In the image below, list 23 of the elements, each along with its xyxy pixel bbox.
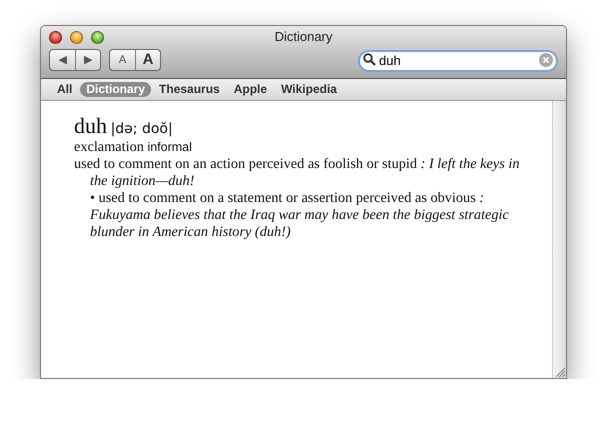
search-field[interactable]: duh <box>358 50 558 72</box>
register-label: informal <box>147 140 192 154</box>
source-tab[interactable]: All <box>51 82 78 97</box>
part-of-speech: exclamation <box>74 139 144 155</box>
source-tab[interactable]: Apple <box>228 82 274 97</box>
source-tab[interactable]: Thesaurus <box>153 82 226 97</box>
smaller-font-button[interactable]: A <box>110 50 135 70</box>
window-title: Dictionary <box>274 29 334 45</box>
definition-text: used to comment on an action perceived as foolish or stupid : I left the keys in the ignition—duh! <box>74 156 520 190</box>
definition-text: • used to comment on a statement or assertion perceived as obvious : Fukuyama believes that the Iraq war may have been the biggest strategic blunder in American history (duh!) <box>89 190 510 241</box>
resize-grip-icon[interactable] <box>553 365 566 378</box>
scrollbar[interactable] <box>552 101 566 378</box>
zoom-button[interactable] <box>91 30 104 44</box>
pronunciation: |də; doŏ| <box>110 121 173 137</box>
search-icon <box>363 53 376 66</box>
forward-button[interactable]: ▶ <box>75 50 100 70</box>
back-button[interactable]: ◀ <box>50 50 75 70</box>
clear-icon[interactable] <box>539 53 553 67</box>
larger-font-button[interactable]: A <box>135 50 160 70</box>
close-button[interactable] <box>49 30 62 44</box>
minimize-button[interactable] <box>70 30 83 44</box>
headword: duh <box>74 113 107 138</box>
source-tab[interactable]: Wikipedia <box>275 82 343 97</box>
